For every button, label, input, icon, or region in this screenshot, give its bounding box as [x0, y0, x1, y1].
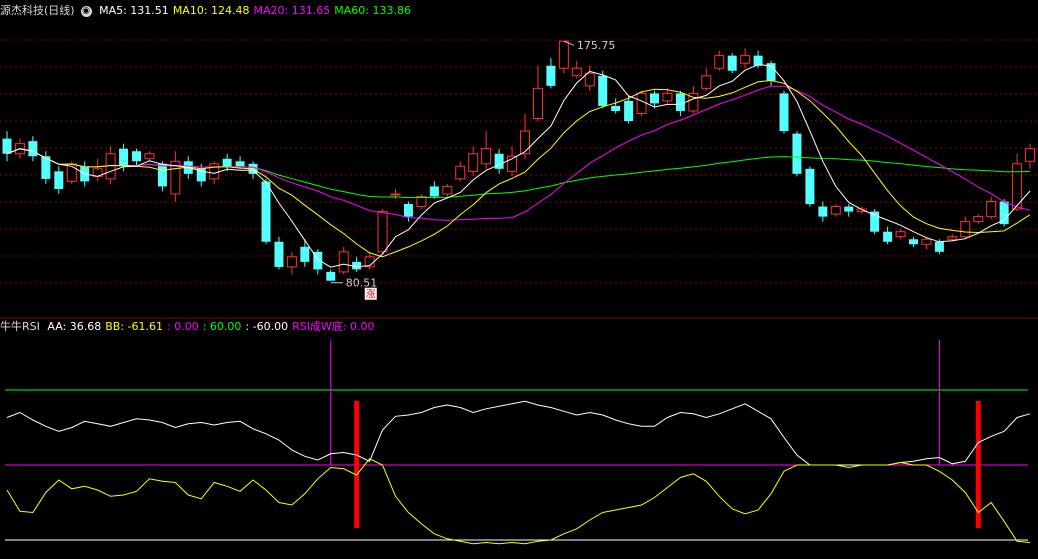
- indicator-header: 牛牛RSI AA: 36.68 BB: -61.61 : 0.00: 60.00: …: [0, 318, 383, 336]
- candle-up: [960, 221, 971, 238]
- candle-up: [921, 238, 932, 245]
- candle-down: [326, 271, 336, 281]
- candle-up: [286, 256, 297, 268]
- candle-up: [520, 130, 530, 155]
- candle-down: [624, 100, 634, 122]
- candle-down: [818, 206, 828, 217]
- stock-title[interactable]: 源杰科技(日线): [0, 4, 75, 17]
- candle-down: [999, 201, 1009, 225]
- candle-up: [532, 87, 543, 120]
- candle-up: [830, 206, 841, 215]
- candle-up: [714, 55, 725, 69]
- ma20-line: [6, 85, 1031, 221]
- indicator-legend-item: : 60.00: [202, 320, 242, 333]
- candle-up: [973, 216, 984, 223]
- candle-up: [571, 67, 582, 77]
- candle-down: [779, 93, 789, 132]
- price-header: 源杰科技(日线) ◉ MA5: 131.51 MA10: 124.48 MA20: 1…: [0, 2, 419, 20]
- candle-down: [546, 65, 556, 86]
- rise-badge: 涨: [366, 289, 376, 301]
- candle-down: [675, 93, 685, 111]
- candle-up: [442, 185, 453, 195]
- candle-down: [727, 55, 737, 71]
- high-price-label: 175.75: [577, 39, 616, 52]
- candle-up: [584, 72, 595, 87]
- indicator-legend: AA: 36.68 BB: -61.61 : 0.00: 60.00: -60.00…: [47, 320, 378, 333]
- indicator-legend-item: : -60.00: [245, 320, 289, 333]
- candle-up: [740, 55, 751, 64]
- candle-up: [662, 92, 673, 102]
- candle-up: [377, 211, 388, 253]
- series-BB: [6, 458, 1031, 545]
- candle-up: [636, 92, 647, 114]
- candle-up: [1025, 148, 1036, 162]
- ma-legend-item: MA10: 124.48: [172, 4, 250, 17]
- candle-down: [300, 246, 310, 262]
- candle-up: [455, 165, 466, 180]
- ma-legend: MA5: 131.51 MA10: 124.48 MA20: 131.65 MA60:…: [99, 4, 415, 17]
- candle-down: [2, 138, 12, 154]
- candle-down: [598, 75, 608, 106]
- candle-down: [883, 231, 893, 242]
- candle-down: [805, 168, 815, 205]
- candle-down: [934, 241, 944, 252]
- candle-down: [650, 93, 659, 104]
- candle-down: [792, 133, 802, 174]
- candle-up: [947, 236, 958, 240]
- candle-down: [274, 241, 284, 267]
- candles-layer: [2, 40, 1036, 281]
- candle-up: [209, 163, 220, 180]
- series-AA: [6, 400, 1031, 466]
- candle-down: [157, 163, 167, 187]
- candle-down: [611, 105, 621, 111]
- candle-down: [235, 161, 245, 167]
- candle-down: [54, 171, 64, 189]
- candle-up: [468, 153, 479, 172]
- indicator-legend-item: AA: 36.68: [47, 320, 102, 333]
- ma-legend-item: MA5: 131.51: [99, 4, 169, 17]
- settings-icon[interactable]: ◉: [80, 5, 92, 17]
- candle-down: [28, 141, 38, 157]
- candle-up: [701, 75, 712, 89]
- rsi-indicator-layer: [5, 340, 1031, 545]
- indicator-legend-item: RSI成W底: 0.00: [292, 320, 375, 333]
- ma-legend-item: MA60: 133.86: [334, 4, 411, 17]
- candle-down: [119, 148, 129, 167]
- buy-signal-bar: [354, 401, 360, 528]
- candle-up: [338, 251, 349, 273]
- candle-up: [558, 40, 569, 69]
- candle-down: [429, 186, 439, 197]
- candle-up: [895, 231, 906, 238]
- candle-down: [261, 181, 271, 242]
- indicator-name[interactable]: 牛牛RSI: [0, 320, 40, 333]
- candle-up: [390, 193, 401, 196]
- stock-chart[interactable]: 175.7580.51涨: [0, 0, 1038, 559]
- ma-legend-item: MA20: 131.65: [253, 4, 331, 17]
- indicator-legend-item: : 0.00: [167, 320, 199, 333]
- candle-down: [909, 239, 918, 245]
- candle-down: [222, 158, 232, 167]
- moving-averages-layer: [6, 64, 1031, 268]
- candle-down: [132, 151, 141, 162]
- candle-down: [403, 204, 413, 217]
- indicator-legend-item: BB: -61.61: [105, 320, 163, 333]
- candle-down: [844, 206, 854, 212]
- candle-up: [144, 153, 155, 160]
- candle-up: [986, 201, 997, 218]
- candle-up: [481, 148, 492, 165]
